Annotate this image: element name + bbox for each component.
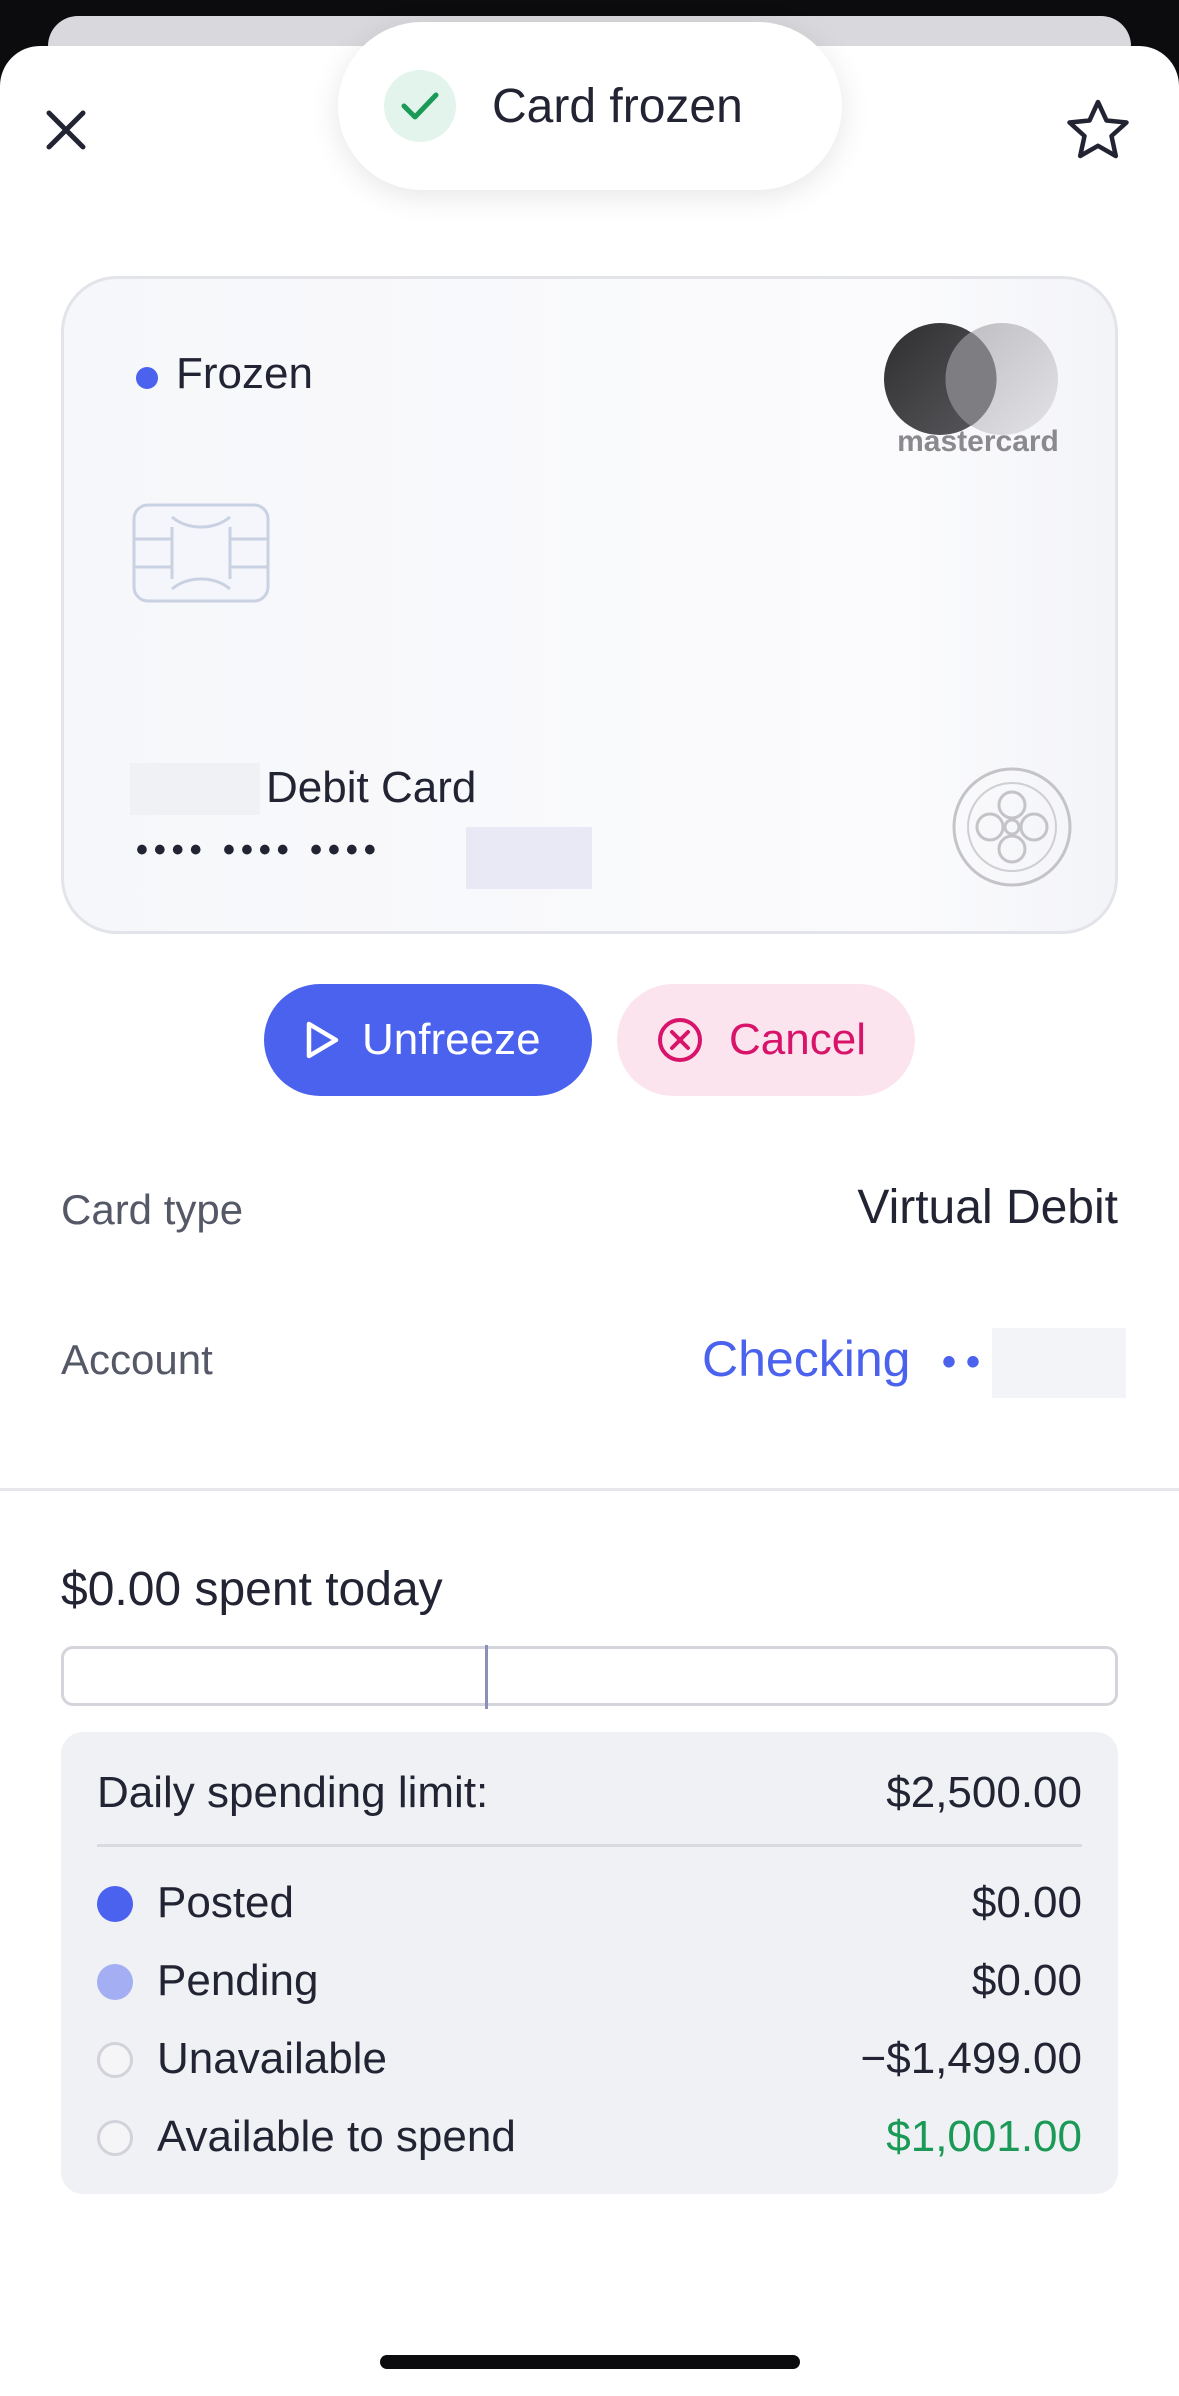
posted-value: $0.00 bbox=[971, 1878, 1082, 1927]
spending-row-pending: Pending $0.00 bbox=[97, 1952, 1082, 2012]
debit-card[interactable]: Frozen mastercard Debit Card •••• •••• •… bbox=[61, 276, 1118, 934]
card-name-redacted bbox=[130, 763, 260, 815]
toast-notification: Card frozen bbox=[338, 22, 842, 190]
spending-bar-marker bbox=[485, 1645, 488, 1709]
close-circle-icon bbox=[657, 1017, 703, 1063]
mastercard-wordmark: mastercard bbox=[897, 425, 1059, 453]
available-label: Available to spend bbox=[157, 2112, 516, 2161]
toast-text: Card frozen bbox=[492, 79, 743, 133]
star-icon bbox=[1067, 99, 1129, 159]
card-chip bbox=[132, 503, 270, 603]
daily-limit-label: Daily spending limit: bbox=[97, 1768, 489, 1817]
account-number-dots: •• bbox=[942, 1340, 991, 1384]
unavailable-dot bbox=[97, 2042, 133, 2078]
card-emblem-icon bbox=[950, 765, 1074, 889]
card-name: Debit Card bbox=[266, 763, 477, 812]
check-icon bbox=[384, 70, 456, 142]
cancel-card-button[interactable]: Cancel bbox=[617, 984, 915, 1096]
unfreeze-button[interactable]: Unfreeze bbox=[264, 984, 592, 1096]
spending-limit-panel: Daily spending limit: $2,500.00 Posted $… bbox=[61, 1732, 1118, 2194]
pending-dot bbox=[97, 1964, 133, 2000]
close-button[interactable] bbox=[36, 90, 96, 170]
card-number-redacted bbox=[466, 827, 592, 889]
spending-row-available: Available to spend $1,001.00 bbox=[97, 2108, 1082, 2168]
pending-label: Pending bbox=[157, 1956, 319, 2005]
section-divider bbox=[0, 1488, 1179, 1491]
panel-divider bbox=[97, 1844, 1082, 1847]
card-number: •••• •••• •••• bbox=[136, 831, 382, 869]
cancel-label: Cancel bbox=[729, 1015, 866, 1064]
card-status: Frozen bbox=[176, 349, 313, 398]
account-label: Account bbox=[61, 1336, 213, 1383]
home-indicator[interactable] bbox=[380, 2355, 800, 2369]
spent-today: $0.00 spent today bbox=[61, 1563, 443, 1616]
account-link[interactable]: Checking bbox=[702, 1330, 910, 1388]
card-type-label: Card type bbox=[61, 1186, 244, 1233]
spending-progress-bar bbox=[61, 1645, 1118, 1709]
spending-row-posted: Posted $0.00 bbox=[97, 1874, 1082, 1934]
daily-limit-value: $2,500.00 bbox=[886, 1768, 1082, 1817]
card-type-value: Virtual Debit bbox=[857, 1181, 1118, 1234]
play-icon bbox=[304, 1020, 340, 1060]
unavailable-value: −$1,499.00 bbox=[860, 2034, 1082, 2083]
available-value: $1,001.00 bbox=[886, 2112, 1082, 2161]
posted-dot bbox=[97, 1886, 133, 1922]
available-dot bbox=[97, 2120, 133, 2156]
spending-row-unavailable: Unavailable −$1,499.00 bbox=[97, 2030, 1082, 2090]
unavailable-label: Unavailable bbox=[157, 2034, 387, 2083]
close-icon bbox=[46, 110, 86, 150]
posted-label: Posted bbox=[157, 1878, 294, 1927]
account-number-redacted bbox=[992, 1328, 1126, 1398]
mastercard-logo: mastercard bbox=[878, 323, 1078, 458]
status-dot bbox=[136, 367, 158, 389]
pending-value: $0.00 bbox=[971, 1956, 1082, 2005]
favorite-button[interactable] bbox=[1060, 92, 1136, 168]
unfreeze-label: Unfreeze bbox=[362, 1015, 541, 1064]
